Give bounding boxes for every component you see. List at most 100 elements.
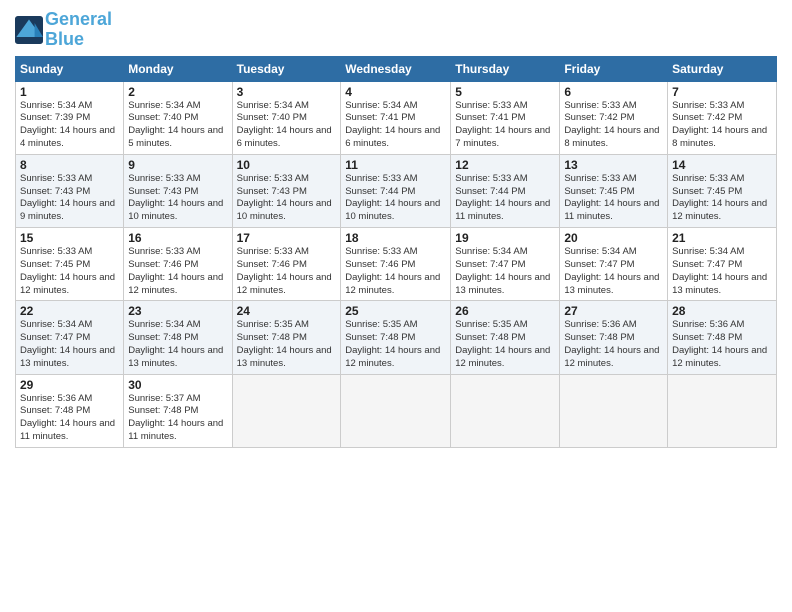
day-number: 23 <box>128 304 227 318</box>
calendar-cell: 12Sunrise: 5:33 AMSunset: 7:44 PMDayligh… <box>451 154 560 227</box>
calendar-cell: 21Sunrise: 5:34 AMSunset: 7:47 PMDayligh… <box>668 228 777 301</box>
calendar-cell <box>341 374 451 447</box>
day-info: Sunrise: 5:33 AMSunset: 7:45 PMDaylight:… <box>20 246 119 297</box>
day-number: 7 <box>672 85 772 99</box>
col-header-friday: Friday <box>560 56 668 81</box>
calendar-cell: 13Sunrise: 5:33 AMSunset: 7:45 PMDayligh… <box>560 154 668 227</box>
day-number: 21 <box>672 231 772 245</box>
day-number: 4 <box>345 85 446 99</box>
calendar-cell: 30Sunrise: 5:37 AMSunset: 7:48 PMDayligh… <box>124 374 232 447</box>
calendar-cell: 25Sunrise: 5:35 AMSunset: 7:48 PMDayligh… <box>341 301 451 374</box>
calendar-cell: 14Sunrise: 5:33 AMSunset: 7:45 PMDayligh… <box>668 154 777 227</box>
calendar-cell <box>451 374 560 447</box>
calendar-cell: 20Sunrise: 5:34 AMSunset: 7:47 PMDayligh… <box>560 228 668 301</box>
calendar-cell <box>560 374 668 447</box>
day-info: Sunrise: 5:34 AMSunset: 7:41 PMDaylight:… <box>345 100 446 151</box>
day-info: Sunrise: 5:35 AMSunset: 7:48 PMDaylight:… <box>345 319 446 370</box>
day-info: Sunrise: 5:33 AMSunset: 7:46 PMDaylight:… <box>128 246 227 297</box>
day-number: 28 <box>672 304 772 318</box>
day-info: Sunrise: 5:34 AMSunset: 7:47 PMDaylight:… <box>20 319 119 370</box>
day-info: Sunrise: 5:34 AMSunset: 7:48 PMDaylight:… <box>128 319 227 370</box>
logo-text: GeneralBlue <box>45 10 112 50</box>
col-header-saturday: Saturday <box>668 56 777 81</box>
calendar-cell: 17Sunrise: 5:33 AMSunset: 7:46 PMDayligh… <box>232 228 341 301</box>
calendar-cell: 2Sunrise: 5:34 AMSunset: 7:40 PMDaylight… <box>124 81 232 154</box>
day-number: 8 <box>20 158 119 172</box>
page-header: GeneralBlue <box>15 10 777 50</box>
calendar-cell: 27Sunrise: 5:36 AMSunset: 7:48 PMDayligh… <box>560 301 668 374</box>
day-number: 11 <box>345 158 446 172</box>
day-info: Sunrise: 5:33 AMSunset: 7:43 PMDaylight:… <box>128 173 227 224</box>
day-info: Sunrise: 5:33 AMSunset: 7:43 PMDaylight:… <box>237 173 337 224</box>
calendar-cell: 24Sunrise: 5:35 AMSunset: 7:48 PMDayligh… <box>232 301 341 374</box>
day-number: 15 <box>20 231 119 245</box>
day-number: 18 <box>345 231 446 245</box>
calendar-cell: 3Sunrise: 5:34 AMSunset: 7:40 PMDaylight… <box>232 81 341 154</box>
logo-icon <box>15 16 43 44</box>
calendar-cell: 26Sunrise: 5:35 AMSunset: 7:48 PMDayligh… <box>451 301 560 374</box>
day-info: Sunrise: 5:35 AMSunset: 7:48 PMDaylight:… <box>237 319 337 370</box>
day-number: 26 <box>455 304 555 318</box>
calendar-cell: 28Sunrise: 5:36 AMSunset: 7:48 PMDayligh… <box>668 301 777 374</box>
day-info: Sunrise: 5:33 AMSunset: 7:42 PMDaylight:… <box>564 100 663 151</box>
calendar-cell: 11Sunrise: 5:33 AMSunset: 7:44 PMDayligh… <box>341 154 451 227</box>
day-info: Sunrise: 5:33 AMSunset: 7:45 PMDaylight:… <box>672 173 772 224</box>
day-info: Sunrise: 5:33 AMSunset: 7:43 PMDaylight:… <box>20 173 119 224</box>
day-number: 3 <box>237 85 337 99</box>
day-info: Sunrise: 5:33 AMSunset: 7:41 PMDaylight:… <box>455 100 555 151</box>
day-info: Sunrise: 5:33 AMSunset: 7:42 PMDaylight:… <box>672 100 772 151</box>
day-info: Sunrise: 5:33 AMSunset: 7:46 PMDaylight:… <box>237 246 337 297</box>
day-number: 1 <box>20 85 119 99</box>
day-info: Sunrise: 5:35 AMSunset: 7:48 PMDaylight:… <box>455 319 555 370</box>
calendar-cell: 15Sunrise: 5:33 AMSunset: 7:45 PMDayligh… <box>16 228 124 301</box>
day-number: 5 <box>455 85 555 99</box>
day-info: Sunrise: 5:34 AMSunset: 7:47 PMDaylight:… <box>455 246 555 297</box>
day-number: 29 <box>20 378 119 392</box>
day-number: 13 <box>564 158 663 172</box>
day-info: Sunrise: 5:36 AMSunset: 7:48 PMDaylight:… <box>672 319 772 370</box>
col-header-monday: Monday <box>124 56 232 81</box>
col-header-tuesday: Tuesday <box>232 56 341 81</box>
calendar-cell: 16Sunrise: 5:33 AMSunset: 7:46 PMDayligh… <box>124 228 232 301</box>
calendar-cell: 18Sunrise: 5:33 AMSunset: 7:46 PMDayligh… <box>341 228 451 301</box>
col-header-sunday: Sunday <box>16 56 124 81</box>
day-number: 2 <box>128 85 227 99</box>
calendar-cell: 9Sunrise: 5:33 AMSunset: 7:43 PMDaylight… <box>124 154 232 227</box>
day-info: Sunrise: 5:34 AMSunset: 7:40 PMDaylight:… <box>128 100 227 151</box>
day-number: 17 <box>237 231 337 245</box>
day-number: 30 <box>128 378 227 392</box>
day-info: Sunrise: 5:33 AMSunset: 7:44 PMDaylight:… <box>455 173 555 224</box>
col-header-thursday: Thursday <box>451 56 560 81</box>
calendar-cell: 6Sunrise: 5:33 AMSunset: 7:42 PMDaylight… <box>560 81 668 154</box>
calendar-cell <box>668 374 777 447</box>
col-header-wednesday: Wednesday <box>341 56 451 81</box>
day-info: Sunrise: 5:33 AMSunset: 7:46 PMDaylight:… <box>345 246 446 297</box>
day-number: 25 <box>345 304 446 318</box>
calendar-cell <box>232 374 341 447</box>
day-number: 20 <box>564 231 663 245</box>
calendar-cell: 4Sunrise: 5:34 AMSunset: 7:41 PMDaylight… <box>341 81 451 154</box>
day-number: 9 <box>128 158 227 172</box>
day-info: Sunrise: 5:34 AMSunset: 7:39 PMDaylight:… <box>20 100 119 151</box>
day-number: 16 <box>128 231 227 245</box>
calendar-cell: 19Sunrise: 5:34 AMSunset: 7:47 PMDayligh… <box>451 228 560 301</box>
day-number: 22 <box>20 304 119 318</box>
day-number: 27 <box>564 304 663 318</box>
day-info: Sunrise: 5:34 AMSunset: 7:47 PMDaylight:… <box>672 246 772 297</box>
day-info: Sunrise: 5:36 AMSunset: 7:48 PMDaylight:… <box>20 393 119 444</box>
calendar-table: SundayMondayTuesdayWednesdayThursdayFrid… <box>15 56 777 448</box>
calendar-cell: 8Sunrise: 5:33 AMSunset: 7:43 PMDaylight… <box>16 154 124 227</box>
calendar-cell: 5Sunrise: 5:33 AMSunset: 7:41 PMDaylight… <box>451 81 560 154</box>
calendar-cell: 10Sunrise: 5:33 AMSunset: 7:43 PMDayligh… <box>232 154 341 227</box>
day-info: Sunrise: 5:33 AMSunset: 7:44 PMDaylight:… <box>345 173 446 224</box>
calendar-cell: 1Sunrise: 5:34 AMSunset: 7:39 PMDaylight… <box>16 81 124 154</box>
calendar-cell: 7Sunrise: 5:33 AMSunset: 7:42 PMDaylight… <box>668 81 777 154</box>
day-number: 6 <box>564 85 663 99</box>
day-number: 10 <box>237 158 337 172</box>
calendar-cell: 23Sunrise: 5:34 AMSunset: 7:48 PMDayligh… <box>124 301 232 374</box>
logo: GeneralBlue <box>15 10 112 50</box>
day-number: 14 <box>672 158 772 172</box>
day-number: 19 <box>455 231 555 245</box>
calendar-cell: 29Sunrise: 5:36 AMSunset: 7:48 PMDayligh… <box>16 374 124 447</box>
day-info: Sunrise: 5:34 AMSunset: 7:40 PMDaylight:… <box>237 100 337 151</box>
